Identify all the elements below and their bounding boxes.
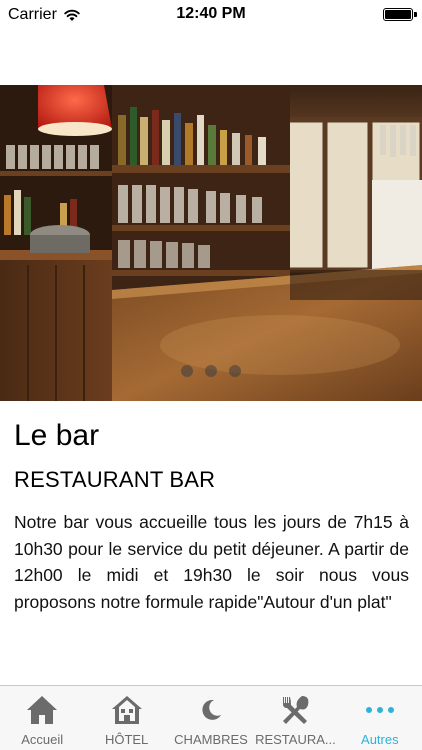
tab-label: CHAMBRES [174,732,248,747]
status-bar: Carrier 12:40 PM [0,0,422,30]
tab-label: HÔTEL [104,732,149,747]
hero-image[interactable] [0,85,422,401]
tab-restaurant[interactable]: RESTAURA... [253,686,337,750]
pager-dot[interactable] [181,365,193,377]
tab-label: Accueil [21,732,64,747]
tab-autres[interactable]: Autres [338,686,422,750]
pager-dot[interactable] [205,365,217,377]
moon-icon [193,692,229,728]
battery-icon [383,8,417,21]
hotel-icon [109,692,145,728]
more-icon [362,692,398,728]
utensils-icon [277,692,313,728]
description-text: Notre bar vous accueille tous les jours … [14,512,409,612]
tab-bar: Accueil HÔTEL CHAMBRES RESTAURA... Autre… [0,685,422,750]
content-section: Le bar RESTAURANT BAR Notre bar vous acc… [14,401,409,615]
description-scroll[interactable]: Notre bar vous accueille tous les jours … [14,509,409,615]
image-pager[interactable] [0,365,422,377]
page-title: Le bar [14,419,100,452]
pager-dot[interactable] [229,365,241,377]
status-time: 12:40 PM [176,5,246,22]
tab-label: Autres [361,732,399,747]
tab-label: RESTAURA... [255,732,336,747]
tab-accueil[interactable]: Accueil [0,686,84,750]
section-subtitle: RESTAURANT BAR [14,467,216,492]
home-icon [24,692,60,728]
bar-photo [0,85,422,401]
battery-fill [385,10,411,19]
tab-hotel[interactable]: HÔTEL [84,686,168,750]
tab-chambres[interactable]: CHAMBRES [169,686,253,750]
